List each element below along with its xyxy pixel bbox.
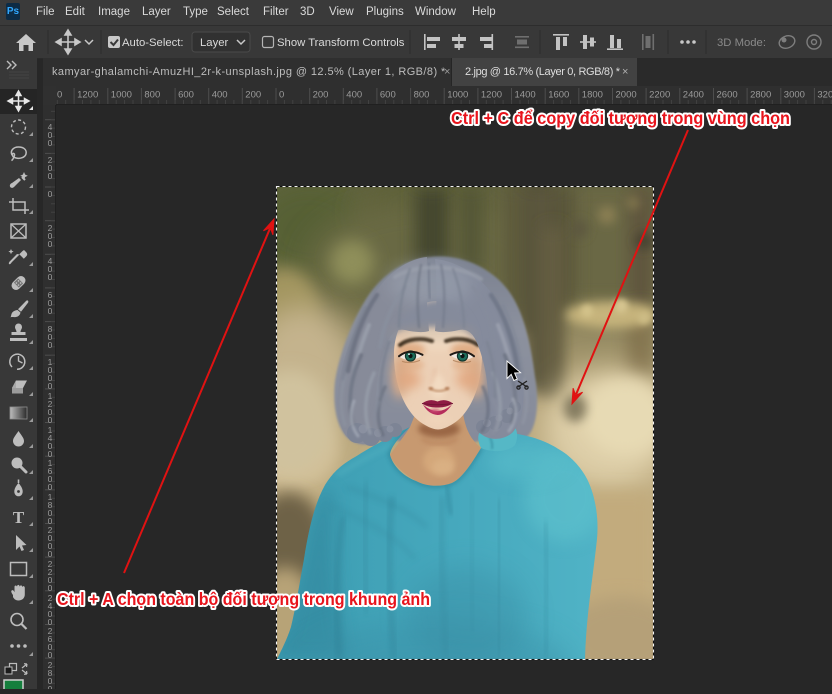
svg-text:1800: 1800 bbox=[582, 90, 603, 101]
svg-text:2800: 2800 bbox=[750, 90, 771, 101]
svg-text:3200: 3200 bbox=[817, 90, 832, 101]
svg-text:0: 0 bbox=[57, 90, 62, 101]
svg-text:200: 200 bbox=[245, 90, 261, 101]
svg-text:1400: 1400 bbox=[515, 90, 536, 101]
svg-text:1000: 1000 bbox=[111, 90, 132, 101]
svg-text:2200: 2200 bbox=[649, 90, 670, 101]
svg-text:200: 200 bbox=[313, 90, 329, 101]
svg-text:1200: 1200 bbox=[77, 90, 98, 101]
svg-text:800: 800 bbox=[144, 90, 160, 101]
svg-text:800: 800 bbox=[414, 90, 430, 101]
svg-text:2400: 2400 bbox=[683, 90, 704, 101]
svg-text:T: T bbox=[13, 508, 25, 527]
svg-text:Layer: Layer bbox=[200, 37, 228, 49]
svg-text:600: 600 bbox=[380, 90, 396, 101]
svg-text:2000: 2000 bbox=[616, 90, 637, 101]
svg-text:1600: 1600 bbox=[548, 90, 569, 101]
svg-text:2600: 2600 bbox=[717, 90, 738, 101]
svg-text:Show Transform Controls: Show Transform Controls bbox=[277, 37, 405, 49]
svg-text:Auto-Select:: Auto-Select: bbox=[122, 37, 184, 49]
svg-text:400: 400 bbox=[346, 90, 362, 101]
svg-text:600: 600 bbox=[178, 90, 194, 101]
svg-text:3D Mode:: 3D Mode: bbox=[717, 37, 766, 49]
svg-text:400: 400 bbox=[212, 90, 228, 101]
svg-text:1200: 1200 bbox=[481, 90, 502, 101]
svg-text:3000: 3000 bbox=[784, 90, 805, 101]
svg-text:1000: 1000 bbox=[447, 90, 468, 101]
svg-text:0: 0 bbox=[279, 90, 284, 101]
